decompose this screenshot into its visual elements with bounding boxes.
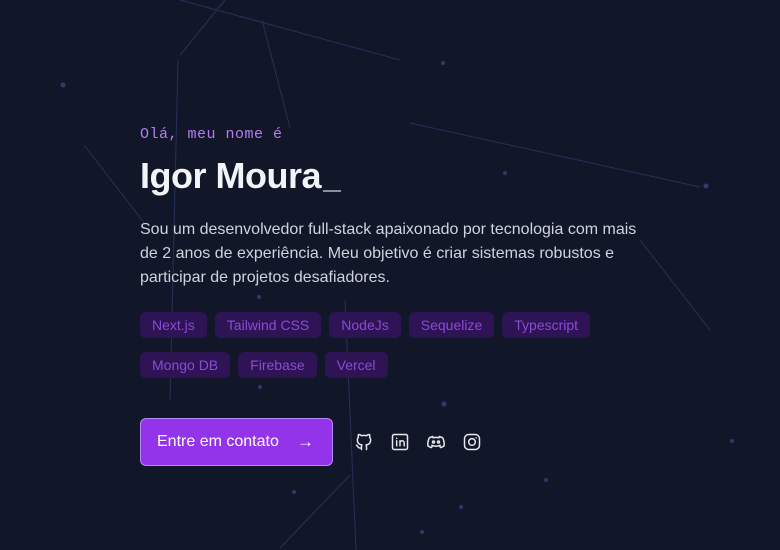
- discord-icon[interactable]: [425, 431, 447, 453]
- instagram-icon[interactable]: [461, 431, 483, 453]
- hero-actions: Entre em contato →: [140, 418, 660, 466]
- contact-button-label: Entre em contato: [157, 433, 279, 450]
- social-links: [353, 431, 483, 453]
- contact-button[interactable]: Entre em contato →: [140, 418, 333, 466]
- tech-tag: NodeJs: [329, 312, 401, 338]
- name-row: Igor Moura: [140, 154, 660, 198]
- github-icon[interactable]: [353, 431, 375, 453]
- arrow-right-icon: →: [297, 432, 314, 451]
- tech-stack-tags: Next.js Tailwind CSS NodeJs Sequelize Ty…: [140, 312, 660, 378]
- tech-tag: Vercel: [324, 352, 388, 378]
- tech-tag: Typescript: [502, 312, 591, 338]
- intro-paragraph: Sou um desenvolvedor full-stack apaixona…: [140, 221, 637, 286]
- linkedin-icon[interactable]: [389, 431, 411, 453]
- tech-tag: Sequelize: [408, 312, 495, 338]
- tech-tag: Mongo DB: [140, 352, 231, 378]
- greeting-text: Olá, meu nome é: [140, 126, 283, 143]
- tech-tag: Tailwind CSS: [214, 312, 322, 338]
- portfolio-hero-page: Olá, meu nome é Igor Moura Sou um desenv…: [0, 0, 780, 550]
- typing-cursor: [323, 190, 341, 192]
- hero-section: Olá, meu nome é Igor Moura Sou um desenv…: [140, 124, 660, 466]
- tech-tag: Firebase: [238, 352, 317, 378]
- developer-name: Igor Moura: [140, 155, 322, 196]
- tech-tag: Next.js: [140, 312, 207, 338]
